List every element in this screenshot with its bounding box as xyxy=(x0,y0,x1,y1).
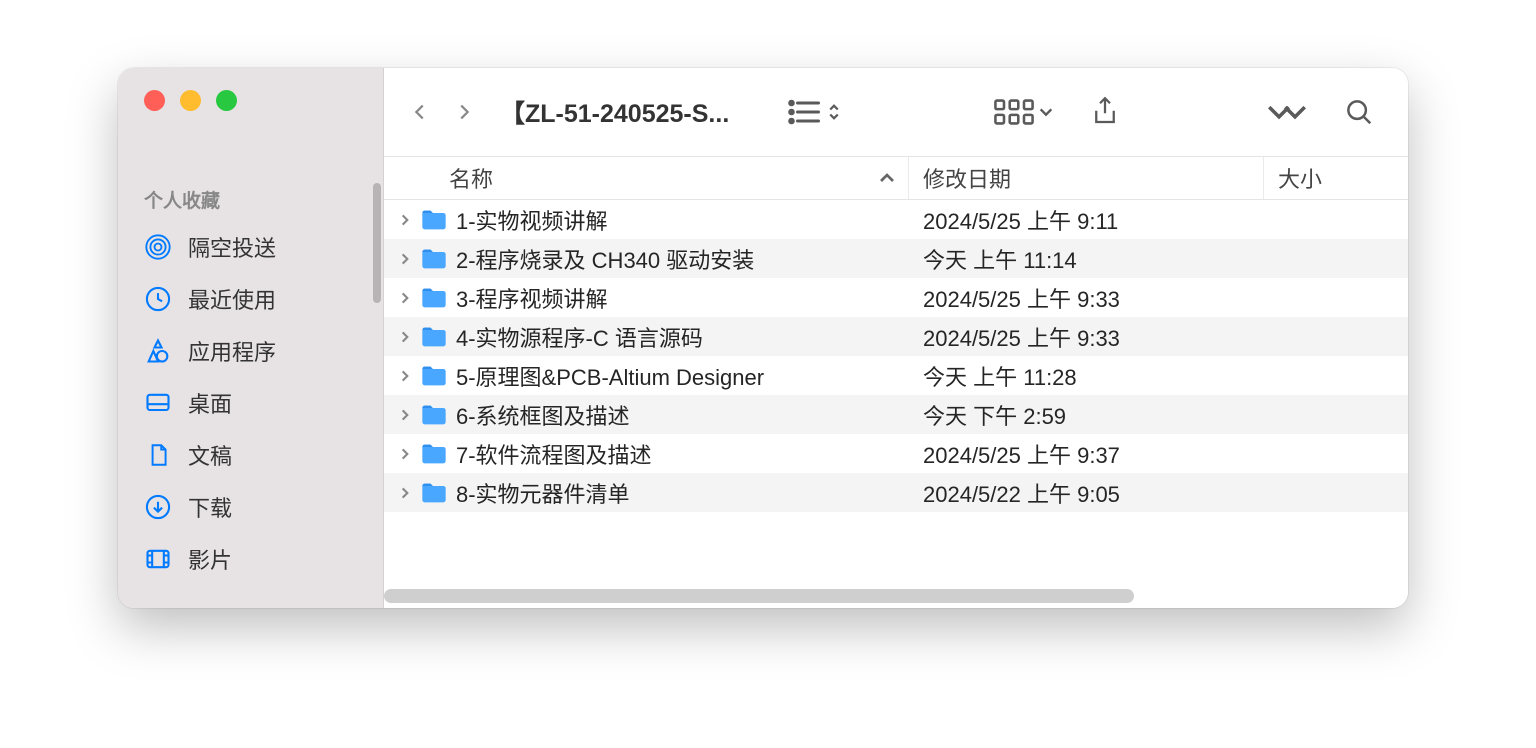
sidebar: 个人收藏 隔空投送 最近使用 应用程序 xyxy=(118,68,384,608)
cell-name: 4-实物源程序-C 语言源码 xyxy=(384,321,909,353)
forward-button[interactable] xyxy=(448,92,480,132)
cell-date: 2024/5/25 上午 9:37 xyxy=(909,438,1264,470)
table-row[interactable]: 1-实物视频讲解 2024/5/25 上午 9:11 xyxy=(384,200,1408,239)
table-row[interactable]: 2-程序烧录及 CH340 驱动安装 今天 上午 11:14 xyxy=(384,239,1408,278)
sidebar-item-label: 应用程序 xyxy=(188,335,276,367)
group-by-button[interactable] xyxy=(980,99,1068,125)
sidebar-item-documents[interactable]: 文稿 xyxy=(118,429,383,481)
overflow-button[interactable] xyxy=(1252,103,1322,121)
column-name-label: 名称 xyxy=(449,162,493,194)
cell-name: 5-原理图&PCB-Altium Designer xyxy=(384,360,909,392)
cell-date: 2024/5/25 上午 9:33 xyxy=(909,321,1264,353)
sidebar-item-label: 隔空投送 xyxy=(188,231,276,263)
table-row[interactable]: 7-软件流程图及描述 2024/5/25 上午 9:37 xyxy=(384,434,1408,473)
toolbar: 【ZL-51-240525-S... xyxy=(384,68,1408,156)
film-icon xyxy=(144,545,172,573)
cell-name: 6-系统框图及描述 xyxy=(384,399,909,431)
disclosure-triangle[interactable] xyxy=(398,252,412,266)
column-header-name[interactable]: 名称 xyxy=(384,157,909,199)
maximize-button[interactable] xyxy=(216,90,237,111)
sidebar-item-label: 文稿 xyxy=(188,439,232,471)
view-mode-button[interactable] xyxy=(773,98,855,126)
sidebar-item-label: 下载 xyxy=(188,491,232,523)
column-size-label: 大小 xyxy=(1278,162,1322,194)
minimize-button[interactable] xyxy=(180,90,201,111)
disclosure-triangle[interactable] xyxy=(398,291,412,305)
table-row[interactable]: 5-原理图&PCB-Altium Designer 今天 上午 11:28 xyxy=(384,356,1408,395)
file-name: 5-原理图&PCB-Altium Designer xyxy=(456,360,764,392)
cell-date: 2024/5/25 上午 9:11 xyxy=(909,204,1264,236)
file-name: 2-程序烧录及 CH340 驱动安装 xyxy=(456,243,754,275)
folder-icon xyxy=(420,247,448,271)
file-name: 8-实物元器件清单 xyxy=(456,477,630,509)
sidebar-item-movies[interactable]: 影片 xyxy=(118,533,383,585)
cell-date: 今天 上午 11:14 xyxy=(909,243,1264,275)
airdrop-icon xyxy=(144,233,172,261)
disclosure-triangle[interactable] xyxy=(398,369,412,383)
column-date-label: 修改日期 xyxy=(923,162,1011,194)
table-row[interactable]: 4-实物源程序-C 语言源码 2024/5/25 上午 9:33 xyxy=(384,317,1408,356)
disclosure-triangle[interactable] xyxy=(398,408,412,422)
folder-icon xyxy=(420,442,448,466)
cell-date: 2024/5/22 上午 9:05 xyxy=(909,477,1264,509)
folder-icon xyxy=(420,286,448,310)
updown-icon xyxy=(827,102,841,122)
back-button[interactable] xyxy=(404,92,436,132)
file-name: 1-实物视频讲解 xyxy=(456,204,608,236)
cell-date: 今天 上午 11:28 xyxy=(909,360,1264,392)
cell-name: 8-实物元器件清单 xyxy=(384,477,909,509)
folder-icon xyxy=(420,325,448,349)
table-row[interactable]: 6-系统框图及描述 今天 下午 2:59 xyxy=(384,395,1408,434)
horizontal-scrollbar-track xyxy=(384,584,1408,608)
sort-ascending-icon xyxy=(878,171,896,185)
applications-icon xyxy=(144,337,172,365)
cell-name: 7-软件流程图及描述 xyxy=(384,438,909,470)
columns-header: 名称 修改日期 大小 xyxy=(384,156,1408,200)
sidebar-item-label: 最近使用 xyxy=(188,283,276,315)
main-pane: 【ZL-51-240525-S... xyxy=(384,68,1408,608)
file-name: 3-程序视频讲解 xyxy=(456,282,608,314)
document-icon xyxy=(144,441,172,469)
column-header-date[interactable]: 修改日期 xyxy=(909,157,1264,199)
sidebar-item-applications[interactable]: 应用程序 xyxy=(118,325,383,377)
horizontal-scrollbar[interactable] xyxy=(384,589,1134,603)
clock-icon xyxy=(144,285,172,313)
sidebar-item-label: 桌面 xyxy=(188,387,232,419)
folder-icon xyxy=(420,403,448,427)
chevron-down-icon xyxy=(1038,105,1054,119)
sidebar-item-downloads[interactable]: 下载 xyxy=(118,481,383,533)
sidebar-section-title: 个人收藏 xyxy=(118,128,383,221)
cell-name: 2-程序烧录及 CH340 驱动安装 xyxy=(384,243,909,275)
disclosure-triangle[interactable] xyxy=(398,330,412,344)
file-name: 7-软件流程图及描述 xyxy=(456,438,652,470)
sidebar-item-label: 影片 xyxy=(188,543,232,575)
folder-icon xyxy=(420,481,448,505)
table-row[interactable]: 8-实物元器件清单 2024/5/22 上午 9:05 xyxy=(384,473,1408,512)
finder-window: 个人收藏 隔空投送 最近使用 应用程序 xyxy=(118,68,1408,608)
cell-name: 1-实物视频讲解 xyxy=(384,204,909,236)
sidebar-item-desktop[interactable]: 桌面 xyxy=(118,377,383,429)
download-icon xyxy=(144,493,172,521)
disclosure-triangle[interactable] xyxy=(398,486,412,500)
cell-name: 3-程序视频讲解 xyxy=(384,282,909,314)
share-button[interactable] xyxy=(1076,95,1134,129)
folder-icon xyxy=(420,364,448,388)
window-controls xyxy=(118,68,383,128)
folder-icon xyxy=(420,208,448,232)
close-button[interactable] xyxy=(144,90,165,111)
cell-date: 今天 下午 2:59 xyxy=(909,399,1264,431)
sidebar-item-airdrop[interactable]: 隔空投送 xyxy=(118,221,383,273)
sidebar-item-recents[interactable]: 最近使用 xyxy=(118,273,383,325)
disclosure-triangle[interactable] xyxy=(398,213,412,227)
file-list: 1-实物视频讲解2024/5/25 上午 9:112-程序烧录及 CH340 驱… xyxy=(384,200,1408,584)
desktop-icon xyxy=(144,389,172,417)
table-row[interactable]: 3-程序视频讲解 2024/5/25 上午 9:33 xyxy=(384,278,1408,317)
file-name: 4-实物源程序-C 语言源码 xyxy=(456,321,703,353)
cell-date: 2024/5/25 上午 9:33 xyxy=(909,282,1264,314)
column-header-size[interactable]: 大小 xyxy=(1264,157,1408,199)
search-button[interactable] xyxy=(1330,97,1388,127)
disclosure-triangle[interactable] xyxy=(398,447,412,461)
file-name: 6-系统框图及描述 xyxy=(456,399,630,431)
window-title: 【ZL-51-240525-S... xyxy=(500,94,729,130)
